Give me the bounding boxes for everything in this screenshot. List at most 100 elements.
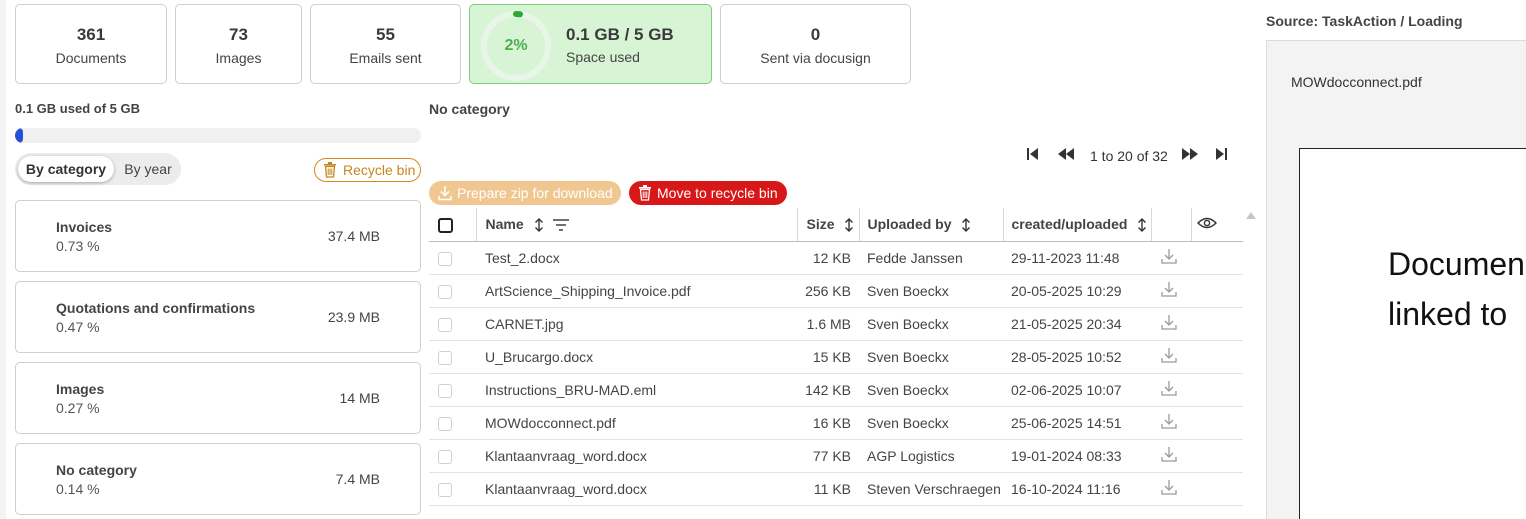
category-card-no-category[interactable]: No category 0.14 % 7.4 MB xyxy=(15,443,421,515)
sort-icon xyxy=(534,218,543,233)
row-checkbox[interactable] xyxy=(438,251,452,266)
file-name[interactable]: Klantaanvraag_word.docx xyxy=(476,439,797,473)
stat-emails-label: Emails sent xyxy=(349,50,422,66)
row-checkbox[interactable] xyxy=(438,284,452,299)
table-row[interactable]: ArtScience_Shipping_Invoice.pdf 256 KB Sve… xyxy=(429,274,1243,308)
file-uploaded-by: Sven Boeckx xyxy=(859,406,1003,440)
stat-docusign-card[interactable]: 0 Sent via docusign xyxy=(720,4,911,84)
table-row[interactable]: U_Brucargo.docx 15 KB Sven Boeckx 28-05-202… xyxy=(429,340,1243,374)
first-page-button[interactable] xyxy=(1026,146,1044,166)
download-icon[interactable] xyxy=(1160,280,1178,301)
file-size: 12 KB xyxy=(797,241,859,275)
category-card-images[interactable]: Images 0.27 % 14 MB xyxy=(15,362,421,434)
download-cell xyxy=(1151,406,1191,440)
file-name[interactable]: MOWdocconnect.pdf xyxy=(476,406,797,440)
preview-cell xyxy=(1191,274,1243,308)
select-all-checkbox[interactable] xyxy=(438,217,453,233)
preview-cell xyxy=(1191,340,1243,374)
download-icon[interactable] xyxy=(1160,445,1178,466)
column-size[interactable]: Size xyxy=(796,208,859,242)
download-icon[interactable] xyxy=(1160,247,1178,268)
column-uploaded-by[interactable]: Uploaded by xyxy=(858,208,1003,242)
stat-documents-card[interactable]: 361 Documents xyxy=(15,4,167,84)
column-name-label: Name xyxy=(485,216,524,233)
file-name[interactable]: Instructions_BRU-MAD.eml xyxy=(476,373,797,407)
download-cell xyxy=(1151,241,1191,275)
stat-images-card[interactable]: 73 Images xyxy=(175,4,302,84)
row-checkbox[interactable] xyxy=(438,449,452,464)
column-name[interactable]: Name xyxy=(475,208,797,242)
download-cell xyxy=(1151,340,1191,374)
stat-space-card[interactable]: 2% 0.1 GB / 5 GB Space used xyxy=(469,4,712,84)
file-size: 77 KB xyxy=(797,439,859,473)
table-row[interactable]: Test_2.docx 12 KB Fedde Janssen 29-11-2023 … xyxy=(429,241,1243,275)
download-icon[interactable] xyxy=(1160,346,1178,367)
prepare-zip-label: Prepare zip for download xyxy=(457,185,613,201)
preview-filename: MOWdocconnect.pdf xyxy=(1291,74,1422,90)
category-size: 37.4 MB xyxy=(327,228,380,244)
filter-icon[interactable] xyxy=(553,219,570,232)
tab-by-year[interactable]: By year xyxy=(118,156,178,182)
download-cell xyxy=(1151,472,1191,506)
file-name[interactable]: ArtScience_Shipping_Invoice.pdf xyxy=(476,274,797,308)
tab-by-category[interactable]: By category xyxy=(18,156,114,182)
category-card-invoices[interactable]: Invoices 0.73 % 37.4 MB xyxy=(15,200,421,272)
move-to-recycle-button[interactable]: Move to recycle bin xyxy=(629,181,787,205)
download-icon[interactable] xyxy=(1160,412,1178,433)
stat-space-label: Space used xyxy=(566,49,640,65)
column-created-label: created/uploaded xyxy=(1011,216,1128,233)
row-checkbox[interactable] xyxy=(438,350,452,365)
file-uploaded-by: Fedde Janssen xyxy=(859,241,1003,275)
category-size: 7.4 MB xyxy=(335,471,380,487)
table-row[interactable]: Instructions_BRU-MAD.eml 142 KB Sven Boeck… xyxy=(429,373,1243,407)
prev-page-button[interactable] xyxy=(1056,146,1078,166)
column-uploaded-by-label: Uploaded by xyxy=(867,216,952,233)
usage-progress-fill xyxy=(15,128,24,143)
column-preview[interactable] xyxy=(1190,208,1243,242)
table-row[interactable]: Klantaanvraag_word.docx 11 KB Steven Versc… xyxy=(429,472,1243,506)
file-name[interactable]: Klantaanvraag_word.docx xyxy=(476,472,797,506)
category-card-quotations[interactable]: Quotations and confirmations 0.47 % 23.9… xyxy=(15,281,421,353)
stat-images-value: 73 xyxy=(229,25,248,44)
trash-icon xyxy=(324,162,336,178)
stat-space-value: 0.1 GB / 5 GB xyxy=(566,25,674,44)
download-icon[interactable] xyxy=(1160,313,1178,334)
file-size: 256 KB xyxy=(797,274,859,308)
category-size: 14 MB xyxy=(339,390,380,406)
left-edge-strip xyxy=(0,0,6,519)
next-page-button[interactable] xyxy=(1180,146,1202,166)
eye-icon[interactable] xyxy=(1196,217,1217,229)
file-name[interactable]: CARNET.jpg xyxy=(476,307,797,341)
recycle-bin-button[interactable]: Recycle bin xyxy=(314,158,421,182)
download-icon[interactable] xyxy=(1160,478,1178,499)
table-row[interactable]: CARNET.jpg 1.6 MB Sven Boeckx 21-05-2025 20… xyxy=(429,307,1243,341)
stat-emails-card[interactable]: 55 Emails sent xyxy=(310,4,461,84)
row-checkbox[interactable] xyxy=(438,383,452,398)
row-checkbox[interactable] xyxy=(438,482,452,497)
file-created: 16-10-2024 11:16 xyxy=(1003,472,1151,506)
file-created: 20-05-2025 10:29 xyxy=(1003,274,1151,308)
last-page-button[interactable] xyxy=(1214,146,1232,166)
fast-forward-icon xyxy=(1181,148,1198,160)
sort-icon xyxy=(962,218,971,233)
category-percent: 0.14 % xyxy=(56,481,100,497)
stat-documents-value: 361 xyxy=(76,25,106,44)
file-created: 02-06-2025 10:07 xyxy=(1003,373,1151,407)
file-uploaded-by: Steven Verschraegen xyxy=(859,472,1003,506)
table-row[interactable]: MOWdocconnect.pdf 16 KB Sven Boeckx 25-06-2… xyxy=(429,406,1243,440)
stat-docusign-label: Sent via docusign xyxy=(760,50,871,66)
file-uploaded-by: AGP Logistics xyxy=(859,439,1003,473)
row-checkbox[interactable] xyxy=(438,317,452,332)
file-name[interactable]: Test_2.docx xyxy=(476,241,797,275)
scroll-up-arrow[interactable] xyxy=(1246,212,1256,219)
download-icon[interactable] xyxy=(1160,379,1178,400)
files-table-body: Test_2.docx 12 KB Fedde Janssen 29-11-2023 … xyxy=(429,241,1243,506)
row-checkbox[interactable] xyxy=(438,416,452,431)
prepare-zip-button[interactable]: Prepare zip for download xyxy=(429,181,621,205)
download-cell xyxy=(1151,274,1191,308)
file-name[interactable]: U_Brucargo.docx xyxy=(476,340,797,374)
table-row[interactable]: Klantaanvraag_word.docx 77 KB AGP Logistic… xyxy=(429,439,1243,473)
column-created[interactable]: created/uploaded xyxy=(1002,208,1151,242)
file-created: 29-11-2023 11:48 xyxy=(1003,241,1151,275)
stat-documents-label: Documents xyxy=(55,50,127,66)
